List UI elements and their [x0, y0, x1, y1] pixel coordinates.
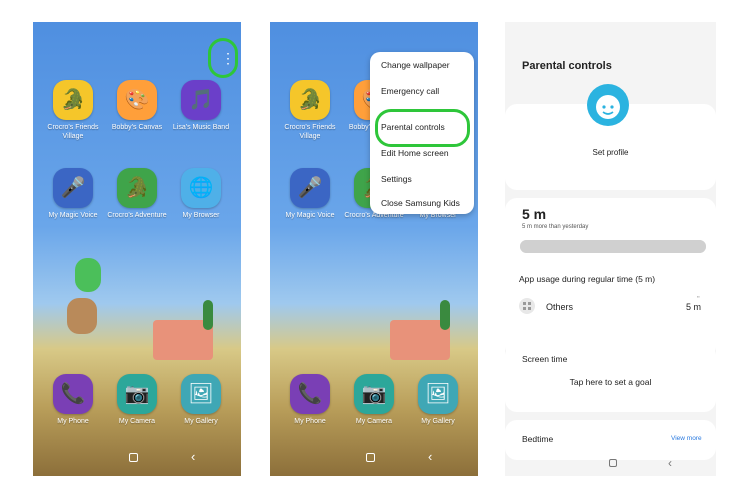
app-bobby-canvas[interactable]: 🎨 Bobby's Canvas: [105, 80, 169, 132]
app-lisa-music[interactable]: 🎵 Lisa's Music Band: [169, 80, 233, 132]
app-label: Crocro's Friends Village: [47, 124, 99, 140]
camera-icon: 📷: [354, 374, 394, 414]
dock-camera[interactable]: 📷 My Camera: [342, 374, 406, 426]
app-crocro-adventure[interactable]: 🐊 Crocro's Adventure: [105, 168, 169, 220]
app-magic-voice[interactable]: 🎤 My Magic Voice: [278, 168, 342, 220]
parental-controls-panel: Parental controls Set profile 5 m 5 m mo…: [505, 22, 716, 476]
more-options-button-highlight[interactable]: ⋮: [208, 38, 238, 78]
character-scene: [65, 258, 105, 338]
app-label: My Camera: [355, 418, 393, 425]
dock-phone[interactable]: 📞 My Phone: [41, 374, 105, 426]
app-time-small: ▪▪: [697, 294, 700, 299]
castle-scene: [390, 300, 460, 370]
dock-phone[interactable]: 📞 My Phone: [278, 374, 342, 426]
back-nav-icon[interactable]: ‹: [191, 450, 195, 464]
screen-time-card[interactable]: Screen time Tap here to set a goal: [505, 344, 716, 412]
app-label: My Magic Voice: [48, 212, 98, 219]
app-magic-voice[interactable]: 🎤 My Magic Voice: [41, 168, 105, 220]
menu-item-change-wallpaper[interactable]: Change wallpaper: [381, 60, 450, 70]
home-screen-panel: ⋮ 🐊 Crocro's Friends Village 🎨 Bobby's C…: [33, 22, 241, 476]
magic-voice-icon: 🎤: [290, 168, 330, 208]
crocro-village-icon: 🐊: [290, 80, 330, 120]
app-label: Bobby's Canvas: [111, 124, 163, 131]
gallery-icon: 🖼: [418, 374, 458, 414]
usage-progress-fill: [520, 240, 706, 253]
app-label: Lisa's Music Band: [172, 124, 230, 131]
screen-time-title: Screen time: [522, 354, 568, 364]
app-label: My Magic Voice: [285, 212, 335, 219]
page-title: Parental controls: [522, 60, 612, 72]
others-app-icon: [519, 298, 535, 314]
app-crocro-village[interactable]: 🐊 Crocro's Friends Village: [278, 80, 342, 141]
camera-icon: 📷: [117, 374, 157, 414]
app-label: My Gallery: [421, 418, 455, 425]
phone-icon: 📞: [53, 374, 93, 414]
lisa-music-icon: 🎵: [181, 80, 221, 120]
kid-face-icon[interactable]: [587, 84, 629, 126]
menu-item-emergency-call[interactable]: Emergency call: [381, 86, 439, 96]
home-screen-menu-panel: 🐊 Crocro's Friends Village 🎨 Bobby's Can…: [270, 22, 478, 476]
browser-icon: 🌐: [181, 168, 221, 208]
profile-card[interactable]: Set profile: [505, 84, 716, 190]
app-usage-title: App usage during regular time (5 m): [519, 274, 656, 284]
back-nav-icon[interactable]: ‹: [668, 456, 672, 470]
back-nav-icon[interactable]: ‹: [428, 450, 432, 464]
app-name: Others: [546, 302, 574, 312]
dock-gallery[interactable]: 🖼 My Gallery: [406, 374, 470, 426]
view-more-link[interactable]: View more: [671, 435, 702, 442]
usage-card: 5 m 5 m more than yesterday App usage du…: [505, 198, 716, 358]
menu-item-close-samsung-kids[interactable]: Close Samsung Kids: [381, 198, 460, 208]
castle-scene: [153, 300, 223, 370]
gallery-icon: 🖼: [181, 374, 221, 414]
home-nav-icon[interactable]: [129, 453, 138, 462]
app-label: My Browser: [182, 212, 220, 219]
usage-note: 5 m more than yesterday: [522, 224, 589, 230]
set-profile-label: Set profile: [592, 148, 629, 157]
navigation-bar: ‹: [33, 450, 241, 466]
usage-value: 5 m: [522, 206, 547, 222]
phone-icon: 📞: [290, 374, 330, 414]
app-browser[interactable]: 🌐 My Browser: [169, 168, 233, 220]
app-label: Crocro's Adventure: [107, 212, 167, 219]
app-label: My Camera: [118, 418, 156, 425]
bedtime-title: Bedtime: [522, 434, 554, 444]
app-time: 5 m: [686, 302, 702, 312]
navigation-bar: ‹: [270, 450, 478, 466]
home-nav-icon[interactable]: [609, 459, 617, 467]
crocro-village-icon: 🐊: [53, 80, 93, 120]
app-label: My Phone: [57, 418, 89, 425]
crocro-adventure-icon: 🐊: [117, 168, 157, 208]
more-options-icon[interactable]: ⋮: [221, 47, 235, 69]
usage-progress-bar: [520, 240, 706, 253]
magic-voice-icon: 🎤: [53, 168, 93, 208]
app-label: Crocro's Friends Village: [284, 124, 336, 140]
menu-item-edit-home-screen[interactable]: Edit Home screen: [381, 148, 449, 158]
dock-camera[interactable]: 📷 My Camera: [105, 374, 169, 426]
app-label: My Gallery: [184, 418, 218, 425]
dock-gallery[interactable]: 🖼 My Gallery: [169, 374, 233, 426]
bedtime-card[interactable]: Bedtime View more: [505, 420, 716, 460]
options-menu: Change wallpaper Emergency call Parental…: [370, 52, 474, 214]
home-nav-icon[interactable]: [366, 453, 375, 462]
app-label: My Phone: [294, 418, 326, 425]
parental-controls-highlight: [375, 109, 470, 147]
set-goal-button[interactable]: Tap here to set a goal: [505, 377, 716, 387]
bobby-canvas-icon: 🎨: [117, 80, 157, 120]
app-crocro-village[interactable]: 🐊 Crocro's Friends Village: [41, 80, 105, 141]
menu-item-settings[interactable]: Settings: [381, 174, 412, 184]
